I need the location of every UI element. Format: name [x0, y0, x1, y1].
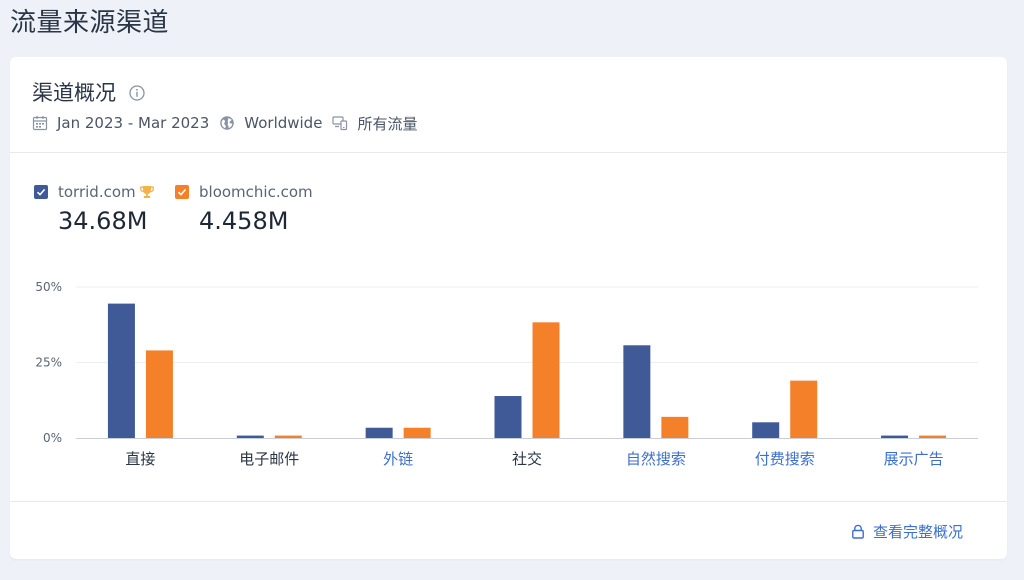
x-tick-label[interactable]: 外链 — [383, 450, 413, 468]
page-title: 流量来源渠道 — [10, 8, 170, 38]
bar-bloomchic — [274, 435, 302, 438]
bar-torrid — [623, 345, 651, 438]
x-tick-label[interactable]: 自然搜索 — [626, 450, 686, 468]
bar-bloomchic — [532, 322, 560, 438]
x-tick-label: 电子邮件 — [239, 450, 299, 468]
x-tick-label: 社交 — [512, 450, 542, 468]
bar-torrid — [236, 435, 264, 438]
x-tick-label[interactable]: 付费搜索 — [755, 450, 815, 468]
lock-icon — [852, 524, 864, 539]
bar-bloomchic — [919, 435, 947, 438]
bar-bloomchic — [661, 416, 689, 438]
view-full-overview-label: 查看完整概况 — [872, 523, 963, 541]
card-footer: 查看完整概况 — [10, 501, 1007, 559]
bar-bloomchic — [403, 427, 431, 438]
x-tick-label: 直接 — [125, 450, 155, 468]
bar-chart: 0% 25% 50% 直接 电子邮件 外链 社交 自然搜索 付费搜索 展示广告 — [35, 280, 978, 468]
bar-torrid — [494, 396, 522, 438]
x-tick-label[interactable]: 展示广告 — [884, 450, 944, 468]
y-tick-label: 50% — [35, 280, 62, 294]
bar-torrid — [881, 435, 909, 438]
y-tick-label: 25% — [35, 356, 62, 370]
bar-bloomchic — [790, 380, 818, 438]
bar-torrid — [107, 303, 135, 438]
y-tick-label: 0% — [43, 431, 62, 445]
bar-torrid — [365, 427, 393, 438]
view-full-overview-link[interactable]: 查看完整概况 — [851, 521, 963, 542]
channel-overview-card: 渠道概况 Jan 2023 - Mar 2023 Worldwide 所有流量 … — [10, 57, 1007, 559]
bar-torrid — [752, 422, 780, 438]
bar-bloomchic — [145, 350, 173, 438]
